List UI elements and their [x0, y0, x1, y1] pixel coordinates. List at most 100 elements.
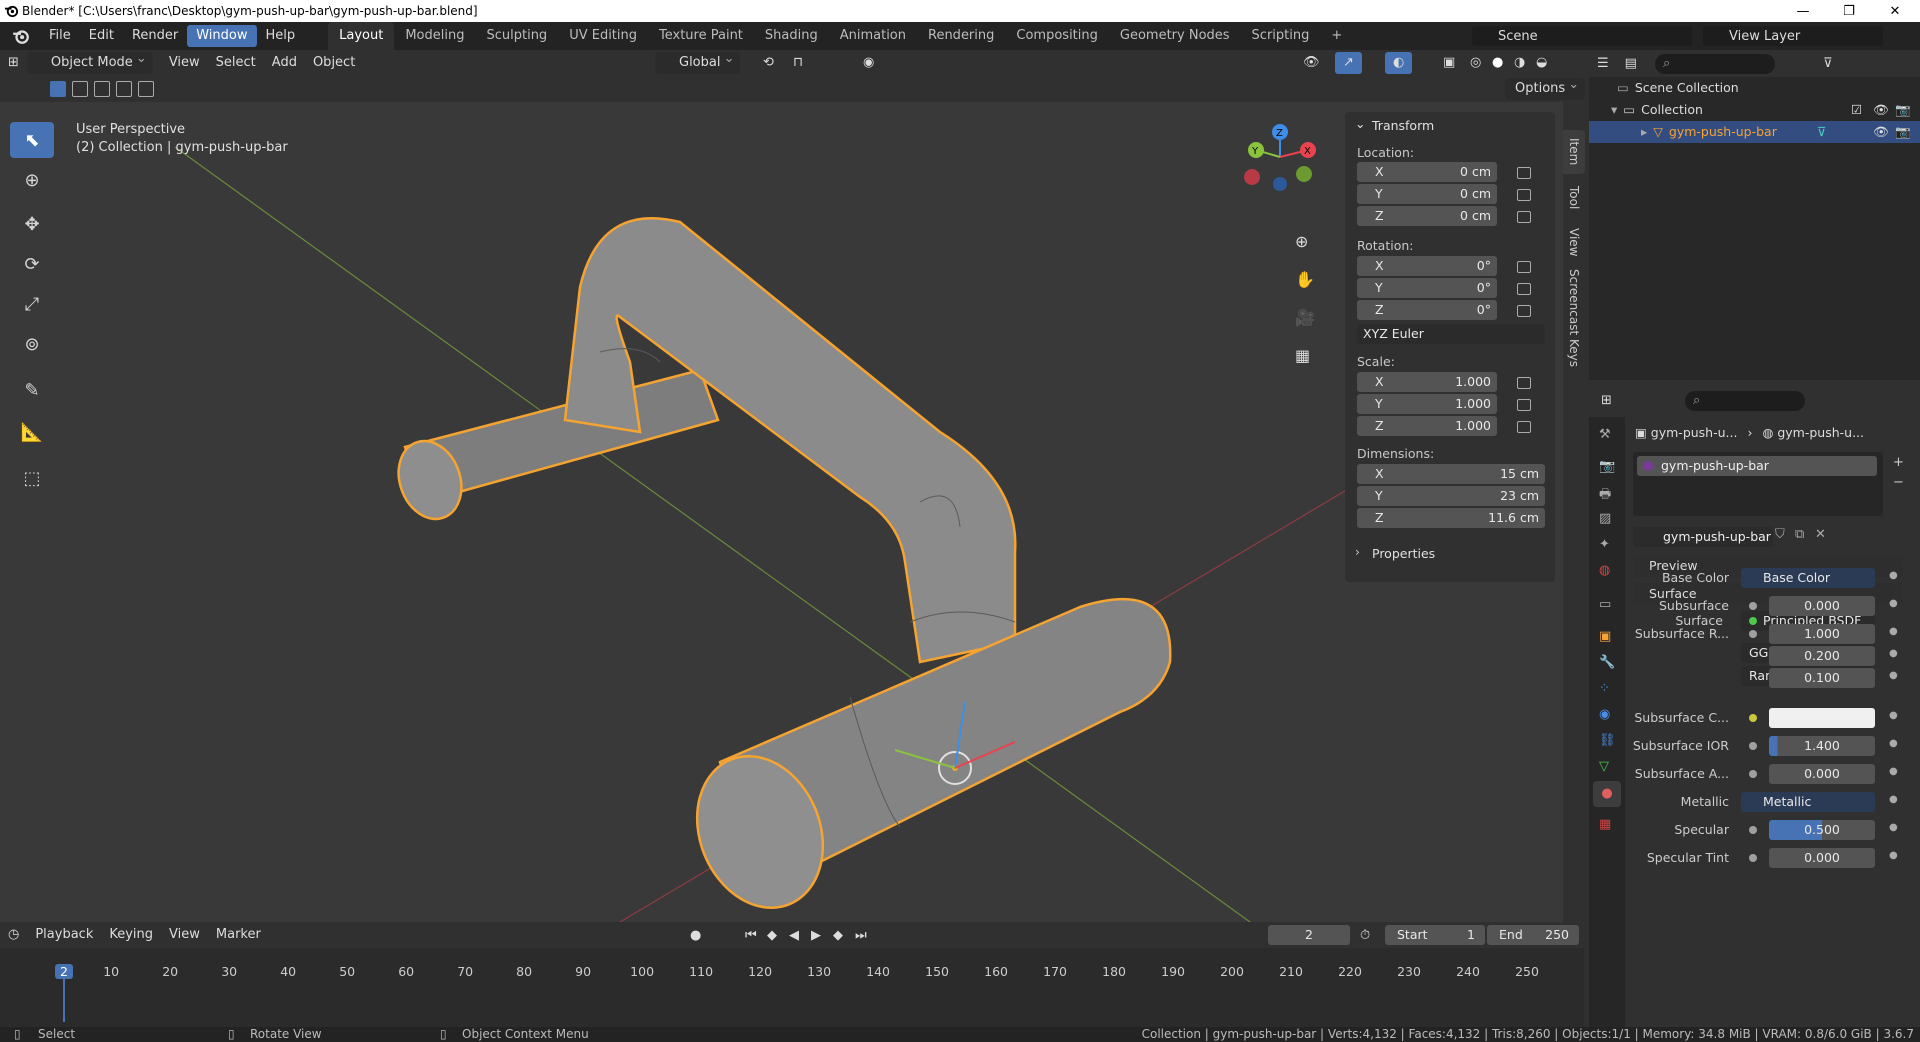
- fake-user-icon[interactable]: ⛉: [1775, 527, 1785, 542]
- menu-view[interactable]: View: [161, 924, 208, 946]
- remove-slot-button[interactable]: −: [1893, 475, 1904, 490]
- next-keyframe-icon[interactable]: ◆: [833, 928, 843, 943]
- frame-tick[interactable]: 80: [516, 964, 532, 979]
- world-tab-icon[interactable]: ◍: [1599, 563, 1610, 578]
- cursor-tool[interactable]: ⊕: [10, 162, 54, 198]
- render-tab-icon[interactable]: 📷: [1599, 459, 1615, 474]
- 3d-viewport[interactable]: User Perspective (2) Collection | gym-pu…: [0, 102, 1563, 922]
- property-field[interactable]: 0.200: [1769, 646, 1875, 666]
- property-field[interactable]: 0.000: [1769, 596, 1875, 616]
- property-field[interactable]: 1.400: [1769, 736, 1875, 756]
- rotation-x-field[interactable]: X 0°: [1357, 256, 1497, 276]
- frame-tick[interactable]: 70: [457, 964, 473, 979]
- tab-screencast-keys[interactable]: Screencast Keys: [1563, 266, 1585, 370]
- select-extend-icon[interactable]: [72, 81, 88, 97]
- rotation-mode-dropdown[interactable]: XYZ Euler: [1357, 324, 1545, 344]
- collection-row[interactable]: ▾ ▭ Collection ☑ 👁 📷: [1589, 99, 1920, 121]
- eye-icon[interactable]: 👁: [1873, 121, 1889, 143]
- gizmo-toggle-icon[interactable]: ↗: [1335, 52, 1362, 74]
- particles-tab-icon[interactable]: ⁘: [1599, 681, 1610, 696]
- frame-tick[interactable]: 160: [984, 964, 1008, 979]
- modifier-icon[interactable]: ⊽: [1817, 121, 1826, 143]
- frame-tick[interactable]: 60: [398, 964, 414, 979]
- property-field[interactable]: 0.500: [1769, 820, 1875, 840]
- add-slot-button[interactable]: +: [1893, 455, 1904, 470]
- add-cube-tool[interactable]: ⬚: [10, 460, 54, 496]
- frame-tick[interactable]: 110: [689, 964, 713, 979]
- rotate-tool[interactable]: ⟳: [10, 246, 54, 282]
- keyframe-dot-icon[interactable]: ●: [1889, 822, 1898, 833]
- property-field[interactable]: 1.000: [1769, 624, 1875, 644]
- tab-layout[interactable]: Layout: [328, 22, 395, 50]
- lock-icon[interactable]: [1517, 261, 1531, 273]
- material-slot-list[interactable]: gym-push-up-bar: [1633, 452, 1883, 516]
- properties-subpanel[interactable]: Properties: [1372, 546, 1435, 561]
- frame-tick[interactable]: 220: [1338, 964, 1362, 979]
- transform-tool[interactable]: ⊚: [10, 326, 54, 362]
- select-box-tool[interactable]: ⬉: [10, 122, 54, 158]
- close-button[interactable]: ✕: [1872, 0, 1918, 22]
- select-new-icon[interactable]: [50, 81, 66, 97]
- xray-icon[interactable]: ▣: [1435, 52, 1463, 74]
- keyframe-dot-icon[interactable]: ●: [1889, 648, 1898, 659]
- menu-object[interactable]: Object: [305, 52, 363, 74]
- scene-collection-row[interactable]: ▭ Scene Collection: [1589, 77, 1920, 99]
- frame-tick[interactable]: 130: [807, 964, 831, 979]
- menu-help[interactable]: Help: [257, 25, 305, 47]
- menu-playback[interactable]: Playback: [27, 924, 101, 946]
- snap-icon[interactable]: ⊓: [785, 52, 811, 74]
- camera-icon[interactable]: 📷: [1895, 99, 1911, 121]
- chevron-down-icon[interactable]: ⌄: [1355, 116, 1365, 131]
- add-workspace-button[interactable]: +: [1320, 22, 1353, 50]
- lock-icon[interactable]: [1517, 421, 1531, 433]
- keyframe-dot-icon[interactable]: ●: [1889, 710, 1898, 721]
- view-layer-selector[interactable]: View Layer: [1703, 26, 1883, 46]
- navigation-gizmo[interactable]: Z X Y: [1240, 122, 1330, 212]
- frame-tick[interactable]: 30: [221, 964, 237, 979]
- constraints-tab-icon[interactable]: ⛓: [1599, 733, 1616, 748]
- ortho-grid-icon[interactable]: ▦: [1295, 346, 1310, 365]
- editor-type-icon[interactable]: ☰: [1589, 53, 1617, 75]
- prev-keyframe-icon[interactable]: ◆: [767, 928, 777, 943]
- playhead[interactable]: [63, 976, 65, 1022]
- menu-view[interactable]: View: [161, 52, 208, 74]
- lock-icon[interactable]: [1517, 377, 1531, 389]
- data-tab-icon[interactable]: ▽: [1599, 759, 1609, 774]
- display-mode-icon[interactable]: ▤: [1617, 53, 1645, 75]
- rotation-y-field[interactable]: Y 0°: [1357, 278, 1497, 298]
- select-invert-icon[interactable]: [116, 81, 132, 97]
- frame-tick[interactable]: 90: [575, 964, 591, 979]
- record-icon[interactable]: ●: [690, 928, 701, 943]
- jump-end-icon[interactable]: ⏭: [855, 928, 867, 943]
- lock-icon[interactable]: [1517, 167, 1531, 179]
- keyframe-dot-icon[interactable]: ●: [1889, 570, 1898, 581]
- keyframe-dot-icon[interactable]: ●: [1889, 626, 1898, 637]
- lock-icon[interactable]: [1517, 189, 1531, 201]
- frame-tick[interactable]: 40: [280, 964, 296, 979]
- camera-icon[interactable]: 📷: [1895, 121, 1911, 143]
- unlink-icon[interactable]: ✕: [1815, 527, 1826, 542]
- zoom-icon[interactable]: ⊕: [1295, 232, 1308, 251]
- socket-dot[interactable]: [1749, 742, 1757, 750]
- menu-file[interactable]: File: [40, 25, 80, 47]
- tab-shading[interactable]: Shading: [754, 22, 829, 50]
- annotate-tool[interactable]: ✎: [10, 372, 54, 408]
- current-frame-field[interactable]: 2: [1268, 925, 1350, 945]
- frame-tick[interactable]: 120: [748, 964, 772, 979]
- tab-texture-paint[interactable]: Texture Paint: [648, 22, 754, 50]
- expand-arrow-icon[interactable]: ▾: [1611, 102, 1617, 117]
- frame-tick[interactable]: 10: [103, 964, 119, 979]
- collection-tab-icon[interactable]: ▭: [1599, 597, 1611, 612]
- overlay-toggle-icon[interactable]: ◐: [1385, 52, 1413, 74]
- stopwatch-icon[interactable]: ⏱: [1360, 928, 1370, 943]
- keyframe-dot-icon[interactable]: ●: [1889, 794, 1898, 805]
- frame-tick[interactable]: 250: [1515, 964, 1539, 979]
- dimensions-y-field[interactable]: Y 23 cm: [1357, 486, 1545, 506]
- rendered-shading-icon[interactable]: ◒: [1528, 52, 1555, 74]
- lock-icon[interactable]: [1517, 283, 1531, 295]
- filter-icon[interactable]: ⊽: [1815, 53, 1841, 75]
- eye-icon[interactable]: 👁: [1873, 99, 1889, 121]
- start-frame-field[interactable]: Start 1: [1385, 925, 1485, 945]
- scale-tool[interactable]: ⤢: [10, 286, 54, 322]
- minimize-button[interactable]: —: [1780, 0, 1826, 22]
